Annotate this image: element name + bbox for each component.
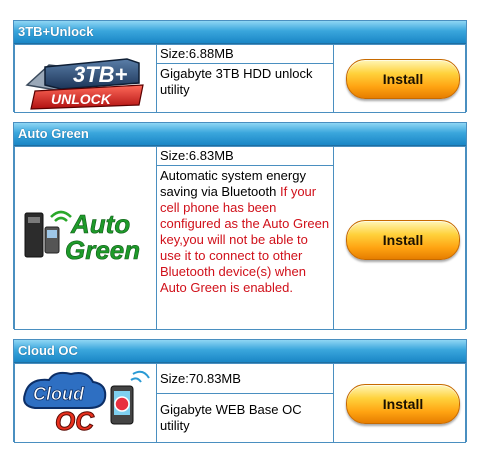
- auto-green-logo-icon: Auto Green: [24, 209, 140, 265]
- size-label: Size:6.88MB: [156, 44, 334, 64]
- cloud-oc-logo-icon: Cloud OC: [23, 370, 150, 437]
- panel-title: Cloud OC: [14, 340, 466, 363]
- logo-text-top: Cloud: [33, 384, 85, 404]
- warning-text: If your cell phone has been configured a…: [160, 184, 330, 295]
- app-logo: Auto Green: [14, 146, 157, 330]
- panel-title: Auto Green: [14, 123, 466, 146]
- logo-text-bottom: Green: [65, 235, 140, 265]
- app-panel-cloud-oc: Cloud OC Cloud OC Size:70.83MB Gigabyte …: [13, 339, 467, 443]
- logo-text-bottom: UNLOCK: [51, 91, 112, 107]
- description-label: Automatic system energy saving via Bluet…: [156, 165, 334, 330]
- install-cell: Install: [333, 44, 466, 113]
- panel-title: 3TB+Unlock: [14, 21, 466, 44]
- install-button[interactable]: Install: [346, 384, 460, 424]
- app-panel-auto-green: Auto Green Auto Green Size:6.83MB Automa…: [13, 122, 467, 330]
- size-label: Size:6.83MB: [156, 146, 334, 166]
- description-text: Gigabyte 3TB HDD unlock utility: [160, 66, 313, 97]
- install-cell: Install: [333, 146, 466, 330]
- 3tb-unlock-logo-icon: 3TB+ UNLOCK: [25, 58, 144, 110]
- description-text: Gigabyte WEB Base OC utility: [160, 402, 302, 433]
- app-logo: Cloud OC: [14, 363, 157, 443]
- logo-text-bottom: OC: [55, 406, 95, 436]
- description-label: Gigabyte 3TB HDD unlock utility: [156, 63, 334, 113]
- size-label: Size:70.83MB: [156, 363, 334, 394]
- app-logo: 3TB+ UNLOCK: [14, 44, 157, 113]
- app-panel-3tb-unlock: 3TB+Unlock 3TB+ UNLOCK Size:6.88MB Gigab…: [13, 20, 467, 113]
- install-button[interactable]: Install: [346, 220, 460, 260]
- logo-text-top: 3TB+: [73, 62, 128, 87]
- description-label: Gigabyte WEB Base OC utility: [156, 393, 334, 443]
- install-cell: Install: [333, 363, 466, 443]
- install-button[interactable]: Install: [346, 59, 460, 99]
